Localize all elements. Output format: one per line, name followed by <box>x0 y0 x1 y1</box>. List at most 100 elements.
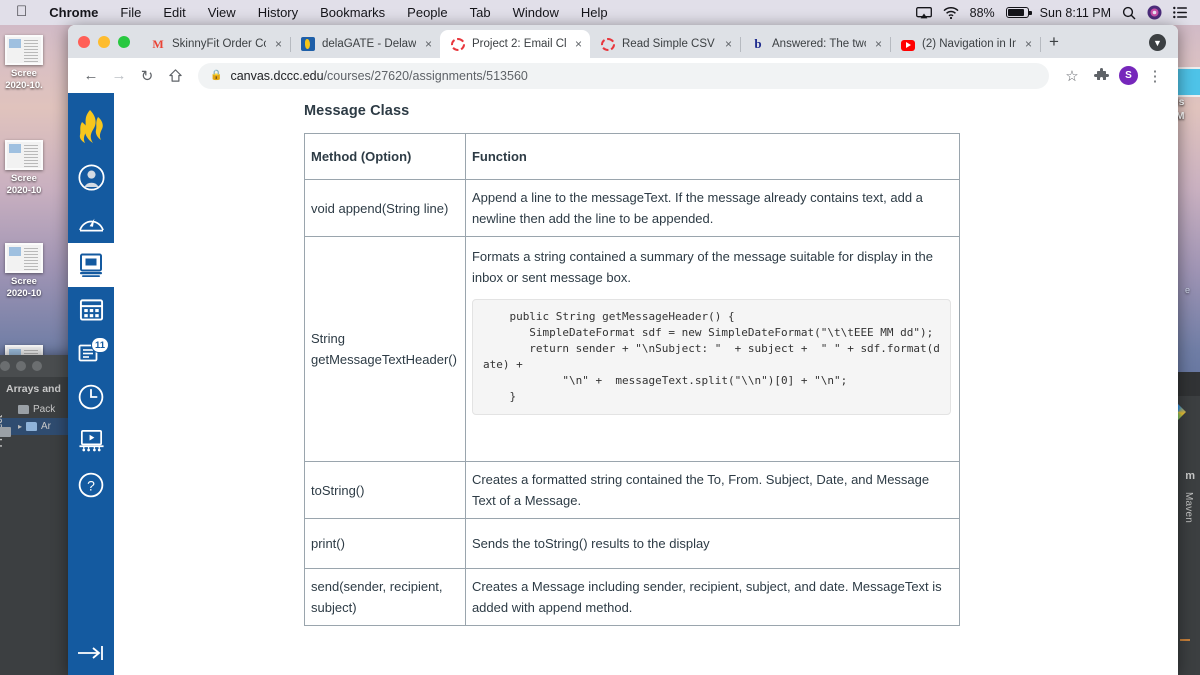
clock-icon <box>78 384 104 410</box>
address-bar[interactable]: 🔒 canvas.dccc.edu/courses/27620/assignme… <box>198 62 1049 89</box>
desktop-file-icon[interactable]: Scree 2020-10 <box>0 140 60 197</box>
message-class-method-table: Method (Option) Function void append(Str… <box>304 133 960 626</box>
table-row: send(sender, recipient, subject) Creates… <box>304 568 960 626</box>
menu-item-history[interactable]: History <box>247 5 309 20</box>
cell-method: print() <box>304 518 466 569</box>
module-folder-icon <box>26 422 38 431</box>
desktop-file-date: 2020-10 <box>6 288 42 299</box>
window-traffic-lights <box>76 36 140 58</box>
menu-item-help[interactable]: Help <box>570 5 619 20</box>
minimize-window-button[interactable] <box>98 36 110 48</box>
table-header-row: Method (Option) Function <box>304 133 960 180</box>
spotlight-search-icon[interactable] <box>1122 6 1136 20</box>
browser-tab-project2-email-client[interactable]: Project 2: Email Clie × <box>440 30 590 58</box>
menu-item-chrome[interactable]: Chrome <box>38 5 109 20</box>
tab-divider <box>1040 37 1041 52</box>
desktop-file-name: Scree <box>11 276 37 287</box>
delagate-icon <box>301 37 315 51</box>
browser-toolbar: ← → ↻ 🔒 canvas.dccc.edu/courses/27620/as… <box>68 58 1178 93</box>
control-center-icon[interactable] <box>1173 6 1188 19</box>
menu-item-bookmarks[interactable]: Bookmarks <box>309 5 396 20</box>
cell-method: toString() <box>304 461 466 519</box>
canvas-icon <box>451 37 465 51</box>
cell-function: Append a line to the messageText. If the… <box>464 179 960 237</box>
profile-avatar[interactable]: S <box>1119 66 1138 85</box>
apple-menu-icon[interactable]:  <box>10 3 38 22</box>
reload-icon[interactable]: ↻ <box>134 63 160 89</box>
browser-tab-skinnyfit[interactable]: M SkinnyFit Order Con × <box>140 30 291 58</box>
assignment-content-area: Message Class Method (Option) Function v… <box>114 93 1178 675</box>
tab-title: Project 2: Email Clie <box>472 38 566 50</box>
ide-close-button[interactable] <box>0 361 10 371</box>
tab-close-icon[interactable]: × <box>1023 37 1034 51</box>
toolbar-right-actions: ☆ S ⋮ <box>1059 63 1168 89</box>
browser-tab-delagate[interactable]: delaGATE - Delawar × <box>290 30 440 58</box>
menu-item-people[interactable]: People <box>396 5 458 20</box>
canvas-flame-logo[interactable] <box>76 99 106 155</box>
sidebar-expand-button[interactable] <box>68 643 114 663</box>
tab-close-icon[interactable]: × <box>873 37 884 51</box>
desktop-file-icon[interactable]: Scree 2020-10 <box>0 243 60 300</box>
sidebar-item-help[interactable]: ? <box>68 463 114 507</box>
home-icon[interactable] <box>162 63 188 89</box>
menu-bar-clock[interactable]: Sun 8:11 PM <box>1040 6 1111 20</box>
tab-close-icon[interactable]: × <box>723 37 734 51</box>
tab-close-icon[interactable]: × <box>423 37 434 51</box>
tab-close-icon[interactable]: × <box>273 37 284 51</box>
forward-arrow-icon[interactable]: → <box>106 63 132 89</box>
sidebar-item-calendar[interactable] <box>68 287 114 331</box>
siri-icon[interactable] <box>1147 5 1162 20</box>
browser-tab-strip: M SkinnyFit Order Con × delaGATE - Delaw… <box>68 25 1178 58</box>
desktop-file-name: Scree <box>11 68 37 79</box>
ide-tree-label: Ar <box>41 421 52 432</box>
code-sample-block: public String getMessageHeader() { Simpl… <box>471 299 951 415</box>
cell-method: send(sender, recipient, subject) <box>304 568 466 626</box>
inbox-unread-badge: 11 <box>90 337 109 353</box>
maximize-window-button[interactable] <box>118 36 130 48</box>
puzzle-piece-icon[interactable] <box>1089 63 1115 89</box>
chevron-right-icon[interactable]: ▸ <box>18 422 22 431</box>
battery-icon[interactable] <box>1005 7 1032 18</box>
star-icon[interactable]: ☆ <box>1059 63 1085 89</box>
tab-close-icon[interactable]: × <box>573 37 584 51</box>
speedometer-icon <box>78 218 104 231</box>
desktop-file-icon[interactable]: Scree 2020-10. <box>0 35 60 92</box>
maven-tool-label[interactable]: Maven <box>1183 492 1194 523</box>
wifi-icon[interactable] <box>943 6 959 19</box>
cell-function: Sends the toString() results to the disp… <box>464 518 960 569</box>
desktop-misc-text: e <box>1184 285 1190 295</box>
tab-title: delaGATE - Delawar <box>322 38 416 50</box>
close-window-button[interactable] <box>78 36 90 48</box>
ide-maximize-button[interactable] <box>32 361 42 371</box>
sidebar-item-history[interactable] <box>68 375 114 419</box>
airplay-icon[interactable] <box>915 6 932 19</box>
three-dot-menu-icon[interactable]: ⋮ <box>1142 63 1168 89</box>
gmail-icon: M <box>152 37 164 51</box>
menu-item-window[interactable]: Window <box>502 5 570 20</box>
new-tab-button[interactable]: + <box>1040 32 1068 58</box>
sidebar-item-courses[interactable] <box>68 243 114 287</box>
canvas-page: 11 ? Message Class Method (Option) Funct… <box>68 93 1178 675</box>
sidebar-item-studio[interactable] <box>68 419 114 463</box>
browser-tab-bartleby[interactable]: b Answered: The two × <box>740 30 891 58</box>
sidebar-item-dashboard[interactable] <box>68 199 114 243</box>
back-arrow-icon[interactable]: ← <box>78 63 104 89</box>
cell-function: Formats a string contained a summary of … <box>464 236 960 462</box>
maven-icon: m <box>1185 470 1195 482</box>
menu-item-file[interactable]: File <box>109 5 152 20</box>
menu-item-view[interactable]: View <box>197 5 247 20</box>
menu-item-tab[interactable]: Tab <box>459 5 502 20</box>
sidebar-item-inbox[interactable]: 11 <box>68 331 114 375</box>
download-icon[interactable]: ▼ <box>1149 34 1166 51</box>
cell-spacer <box>472 422 951 454</box>
table-row: void append(String line) Append a line t… <box>304 179 960 237</box>
sidebar-item-account[interactable] <box>68 155 114 199</box>
browser-tab-read-simple-csv[interactable]: Read Simple CSV Fi × <box>590 30 741 58</box>
desktop: Scree 2020-10. Scree 2020-10 Scree 2020-… <box>0 0 1200 675</box>
menu-item-edit[interactable]: Edit <box>152 5 196 20</box>
folder-icon <box>18 405 29 414</box>
book-icon <box>80 253 102 277</box>
page-title: Message Class <box>304 103 410 119</box>
browser-tab-youtube[interactable]: (2) Navigation in Int × <box>890 30 1041 58</box>
ide-minimize-button[interactable] <box>16 361 26 371</box>
